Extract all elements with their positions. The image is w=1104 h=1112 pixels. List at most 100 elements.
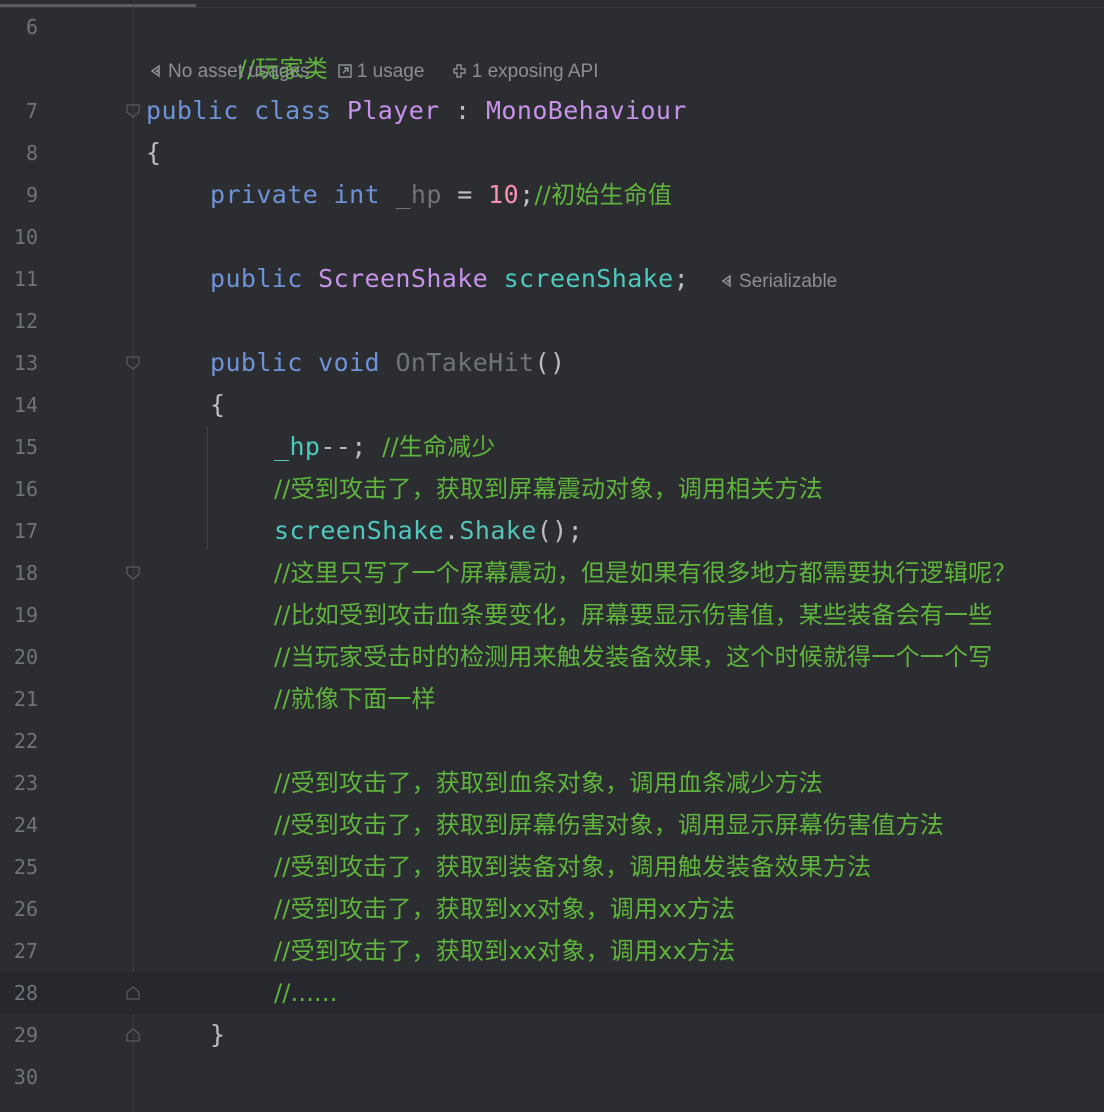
code-line-6[interactable]: 6 //玩家类: [0, 6, 1104, 83]
code-line-30[interactable]: 30: [0, 1056, 1104, 1098]
code-text[interactable]: //当玩家受击时的检测用来触发装备效果，这个时候就得一个一个写: [274, 636, 992, 678]
usage-hint[interactable]: 1 usage: [337, 61, 424, 82]
code-line-27[interactable]: 27 //受到攻击了，获取到xx对象，调用xx方法: [0, 930, 1104, 972]
code-line-26[interactable]: 26 //受到攻击了，获取到xx对象，调用xx方法: [0, 888, 1104, 930]
code-editor[interactable]: 6 //玩家类 No asset usages 1 usage 1 exposi…: [0, 0, 1104, 1112]
punctuation: .: [443, 516, 460, 545]
code-text[interactable]: private int _hp = 10;//初始生命值: [210, 174, 672, 216]
comment: //比如受到攻击血条要变化，屏幕要显示伤害值，某些装备会有一些: [274, 601, 993, 629]
base-class-name: MonoBehaviour: [485, 96, 687, 125]
code-line-15[interactable]: 15 _hp--; //生命减少: [0, 426, 1104, 468]
line-number: 25: [13, 855, 38, 879]
line-number: 12: [13, 309, 38, 333]
line-number: 10: [13, 225, 38, 249]
comment: //受到攻击了，获取到屏幕震动对象，调用相关方法: [274, 475, 823, 503]
asset-usages-label: No asset usages: [168, 61, 310, 82]
code-text[interactable]: //......: [274, 972, 338, 1014]
punctuation: :: [439, 96, 486, 125]
fold-icon[interactable]: [124, 1026, 142, 1044]
code-text[interactable]: screenShake.Shake();: [274, 510, 583, 552]
keyword: private: [210, 180, 319, 209]
punctuation: ();: [536, 516, 584, 545]
code-line-14[interactable]: 14 {: [0, 384, 1104, 426]
code-line-12[interactable]: 12: [0, 300, 1104, 342]
operator: --;: [320, 432, 383, 461]
line-number: 11: [13, 267, 38, 291]
line-number: 19: [13, 603, 38, 627]
code-line-11[interactable]: 11 public ScreenShake screenShake; Serial…: [0, 258, 1104, 300]
keyword: void: [318, 348, 380, 377]
code-text[interactable]: //这里只写了一个屏幕震动，但是如果有很多地方都需要执行逻辑呢？: [274, 552, 1017, 594]
serializable-hint[interactable]: Serializable: [719, 271, 837, 292]
punctuation: ;: [519, 180, 535, 209]
punctuation: (): [534, 348, 566, 377]
punctuation: ;: [673, 264, 690, 293]
comment: //受到攻击了，获取到xx对象，调用xx方法: [274, 937, 736, 965]
code-line-18[interactable]: 18 //这里只写了一个屏幕震动，但是如果有很多地方都需要执行逻辑呢？: [0, 552, 1104, 594]
code-text[interactable]: //受到攻击了，获取到xx对象，调用xx方法: [274, 888, 735, 930]
code-line-9[interactable]: 9 private int _hp = 10;//初始生命值: [0, 174, 1104, 216]
code-text[interactable]: _hp--; //生命减少: [274, 426, 496, 468]
code-line-29[interactable]: 29 }: [0, 1014, 1104, 1056]
line-number: 23: [13, 771, 38, 795]
comment: //......: [274, 979, 338, 1007]
asset-usages-hint[interactable]: No asset usages: [148, 61, 310, 82]
code-text[interactable]: //受到攻击了，获取到屏幕伤害对象，调用显示屏幕伤害值方法: [274, 804, 944, 846]
code-line-8[interactable]: 8 {: [0, 132, 1104, 174]
code-text[interactable]: {: [146, 132, 161, 174]
line-number: 27: [13, 939, 38, 963]
code-line-17[interactable]: 17 screenShake.Shake();: [0, 510, 1104, 552]
keyword: int: [333, 180, 380, 209]
line-number: 15: [13, 435, 38, 459]
code-line-7[interactable]: 7 public class Player : MonoBehaviour: [0, 90, 1104, 132]
code-line-28[interactable]: 28 //......: [0, 972, 1104, 1014]
line-number: 17: [13, 519, 38, 543]
code-line-16[interactable]: 16 //受到攻击了，获取到屏幕震动对象，调用相关方法: [0, 468, 1104, 510]
code-text[interactable]: //受到攻击了，获取到装备对象，调用触发装备效果方法: [274, 846, 871, 888]
usage-icon: [337, 56, 353, 78]
line-number: 6: [25, 15, 38, 39]
line-number: 28: [13, 981, 38, 1005]
code-line-23[interactable]: 23 //受到攻击了，获取到血条对象，调用血条减少方法: [0, 762, 1104, 804]
line-number: 29: [13, 1023, 38, 1047]
api-plug-icon: [452, 56, 468, 78]
code-text[interactable]: }: [210, 1014, 225, 1056]
code-text[interactable]: //比如受到攻击血条要变化，屏幕要显示伤害值，某些装备会有一些: [274, 594, 992, 636]
line-number: 18: [13, 561, 38, 585]
keyword: public: [210, 264, 303, 293]
line-number: 20: [13, 645, 38, 669]
line-number: 8: [25, 141, 38, 165]
comment: //受到攻击了，获取到屏幕伤害对象，调用显示屏幕伤害值方法: [274, 811, 944, 839]
line-number: 21: [13, 687, 38, 711]
code-text[interactable]: //就像下面一样: [274, 678, 436, 720]
code-text[interactable]: //受到攻击了，获取到血条对象，调用血条减少方法: [274, 762, 823, 804]
code-line-25[interactable]: 25 //受到攻击了，获取到装备对象，调用触发装备效果方法: [0, 846, 1104, 888]
code-text[interactable]: public void OnTakeHit(): [210, 342, 565, 384]
comment: //受到攻击了，获取到xx对象，调用xx方法: [274, 895, 736, 923]
comment: //受到攻击了，获取到血条对象，调用血条减少方法: [274, 769, 823, 797]
code-line-21[interactable]: 21 //就像下面一样: [0, 678, 1104, 720]
method-call: Shake: [459, 516, 537, 545]
code-line-10[interactable]: 10: [0, 216, 1104, 258]
field-name: _hp: [395, 180, 442, 209]
code-text[interactable]: public class Player : MonoBehaviour: [146, 90, 687, 132]
code-text[interactable]: {: [210, 384, 225, 426]
code-line-19[interactable]: 19 //比如受到攻击血条要变化，屏幕要显示伤害值，某些装备会有一些: [0, 594, 1104, 636]
code-text[interactable]: public ScreenShake screenShake; Serializa…: [210, 258, 837, 303]
code-text[interactable]: //受到攻击了，获取到xx对象，调用xx方法: [274, 930, 735, 972]
comment: //就像下面一样: [274, 685, 436, 713]
code-text[interactable]: //受到攻击了，获取到屏幕震动对象，调用相关方法: [274, 468, 823, 510]
exposing-api-hint[interactable]: 1 exposing API: [452, 61, 599, 82]
fold-icon[interactable]: [124, 984, 142, 1002]
code-line-22[interactable]: 22: [0, 720, 1104, 762]
comment: //受到攻击了，获取到装备对象，调用触发装备效果方法: [274, 853, 872, 881]
code-line-20[interactable]: 20 //当玩家受击时的检测用来触发装备效果，这个时候就得一个一个写: [0, 636, 1104, 678]
code-line-24[interactable]: 24 //受到攻击了，获取到屏幕伤害对象，调用显示屏幕伤害值方法: [0, 804, 1104, 846]
exposing-api-label: 1 exposing API: [471, 61, 599, 82]
fold-icon[interactable]: [124, 354, 142, 372]
code-line-13[interactable]: 13 public void OnTakeHit(): [0, 342, 1104, 384]
field-name: screenShake: [503, 264, 674, 293]
fold-icon[interactable]: [124, 102, 142, 120]
line-number: 16: [13, 477, 38, 501]
fold-icon[interactable]: [124, 564, 142, 582]
